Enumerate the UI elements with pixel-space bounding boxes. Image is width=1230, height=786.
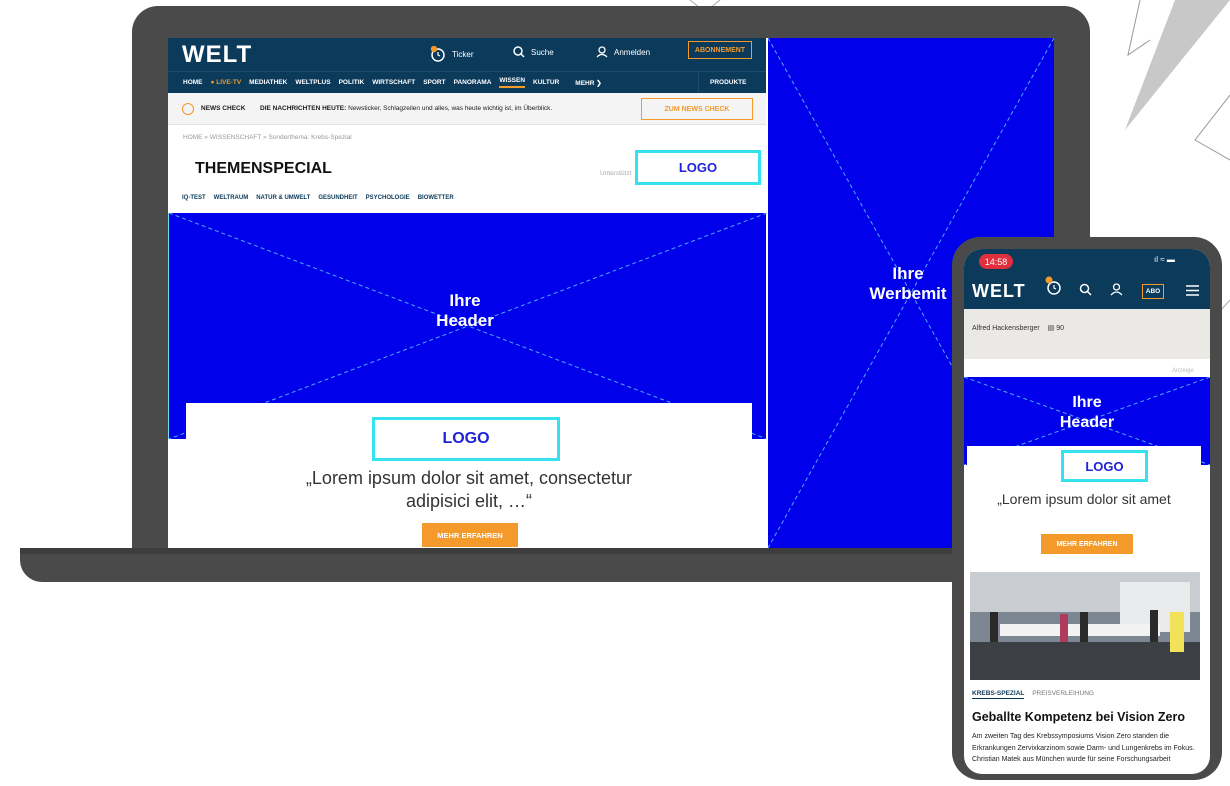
subnav-item-psychologie[interactable]: PSYCHOLOGIE: [366, 195, 410, 201]
search-link[interactable]: Suche: [513, 46, 554, 58]
status-icons: ıl ≈ ▬: [1154, 255, 1175, 264]
news-check-button[interactable]: ZUM NEWS CHECK: [641, 98, 753, 120]
special-title: THEMENSPECIAL: [195, 160, 332, 177]
menu-hamburger-icon[interactable]: [1186, 285, 1199, 296]
nav-item-mehr[interactable]: MEHR ❯: [575, 79, 601, 87]
special-subnav: IQ-TEST WELTRAUM NATUR & UMWELT GESUNDHE…: [182, 195, 454, 201]
article-tags: KREBS-SPEZIAL PREISVERLEIHUNG: [972, 690, 1094, 699]
mobile-header-ad-label-line2: Header: [1059, 414, 1115, 431]
search-label: Suche: [531, 47, 554, 57]
header-ad-label-line1: Ihre: [449, 291, 481, 310]
news-check-headline-bold: DIE NACHRICHTEN HEUTE:: [260, 105, 347, 112]
search-icon: [513, 46, 525, 58]
tag-primary[interactable]: KREBS-SPEZIAL: [972, 690, 1025, 699]
subnav-item-weltraum[interactable]: WELTRAUM: [214, 195, 249, 201]
nav-divider: [698, 72, 699, 94]
subscribe-button[interactable]: ABONNEMENT: [688, 41, 752, 59]
breadcrumb[interactable]: HOME » WISSENSCHAFT » Sonderthema: Krebs…: [183, 134, 352, 141]
nav-item-mediathek[interactable]: MEDIATHEK: [249, 79, 287, 86]
news-check-clock-icon: [182, 103, 194, 115]
nav-item-live-tv[interactable]: ● LIVE-TV: [211, 79, 242, 86]
login-link[interactable]: Anmelden: [596, 46, 650, 58]
article-photo-image: [970, 572, 1200, 680]
header-ad-label-line2: Header: [436, 311, 494, 330]
site-header: WELT Ticker Suche Anmelden ABONNEMENT: [168, 38, 766, 71]
deco-line: [1194, 94, 1230, 161]
search-icon[interactable]: [1079, 283, 1092, 296]
subnav-item-biowetter[interactable]: BIOWETTER: [418, 195, 454, 201]
comment-icon[interactable]: ▤: [1048, 325, 1055, 332]
teaser-card: LOGO „Lorem ipsum dolor sit amet, consec…: [186, 403, 752, 548]
subnav-item-gesundheit[interactable]: GESUNDHEIT: [318, 195, 357, 201]
news-check-bar: NEWS CHECK DIE NACHRICHTEN HEUTE: Newsti…: [168, 93, 766, 125]
user-icon: [596, 46, 608, 58]
nav-item-wirtschaft[interactable]: WIRTSCHAFT: [372, 79, 415, 86]
mobile-mehr-erfahren-button[interactable]: MEHR ERFAHREN: [1041, 534, 1133, 554]
mobile-teaser-logo-placeholder: LOGO: [1061, 450, 1148, 482]
nav-item-politik[interactable]: POLITIK: [339, 79, 365, 86]
nav-item-wissen[interactable]: WISSEN: [499, 77, 526, 88]
main-nav: HOME ● LIVE-TV MEDIATHEK WELTPLUS POLITI…: [168, 71, 766, 94]
subnav-item-iq-test[interactable]: IQ-TEST: [182, 195, 206, 201]
news-check-label: NEWS CHECK: [201, 105, 246, 112]
nav-item-weltplus[interactable]: WELTPLUS: [295, 79, 330, 86]
ad-notice: Anzeige: [1172, 368, 1194, 374]
user-icon[interactable]: [1110, 283, 1123, 296]
mockup-stage: WELT Ticker Suche Anmelden ABONNEMENT HO…: [0, 0, 1230, 786]
mobile-welt-logo[interactable]: WELT: [972, 281, 1026, 302]
author-name[interactable]: Alfred Hackensberger: [972, 325, 1040, 332]
welt-logo[interactable]: WELT: [182, 41, 252, 69]
article-headline[interactable]: Geballte Kompetenz bei Vision Zero: [972, 710, 1185, 724]
sponsor-logo-placeholder: LOGO: [635, 150, 761, 185]
nav-item-panorama[interactable]: PANORAMA: [454, 79, 492, 86]
comment-count[interactable]: 90: [1056, 325, 1064, 332]
mehr-erfahren-button[interactable]: MEHR ERFAHREN: [422, 523, 518, 547]
ticker-label: Ticker: [452, 49, 474, 59]
mobile-teaser-card: LOGO „Lorem ipsum dolor sit amet MEHR ER…: [967, 446, 1201, 574]
article-photo[interactable]: [970, 572, 1200, 680]
deco-triangle: [1125, 0, 1230, 130]
subnav-item-natur-umwelt[interactable]: NATUR & UMWELT: [256, 195, 310, 201]
tag-secondary[interactable]: PREISVERLEIHUNG: [1032, 690, 1094, 697]
nav-item-sport[interactable]: SPORT: [423, 79, 445, 86]
nav-item-kultur[interactable]: KULTUR: [533, 79, 559, 86]
mobile-header-ad-label-line1: Ihre: [1072, 394, 1102, 411]
author-line: Alfred Hackensberger ▤ 90: [972, 324, 1064, 332]
ticker-clock-icon: [430, 46, 445, 62]
deco-line: [1127, 0, 1151, 57]
mobile-header: 14:58 ıl ≈ ▬ WELT ABO: [964, 249, 1210, 309]
header-ad-label: Ihre Header: [415, 291, 515, 331]
news-check-headline-text: Newsticker, Schlagzeilen und alles, was …: [348, 105, 553, 112]
mobile-screen: 14:58 ıl ≈ ▬ WELT ABO Alfred Hackensberg…: [964, 249, 1210, 774]
news-check-headline[interactable]: DIE NACHRICHTEN HEUTE: Newsticker, Schla…: [260, 105, 552, 112]
ticker-clock-icon[interactable]: [1044, 276, 1064, 296]
desktop-screen: WELT Ticker Suche Anmelden ABONNEMENT HO…: [168, 38, 1054, 548]
login-label: Anmelden: [614, 47, 651, 57]
teaser-logo-placeholder: LOGO: [372, 417, 560, 461]
mobile-abo-button[interactable]: ABO: [1142, 284, 1164, 299]
nav-item-produkte[interactable]: PRODUKTE: [710, 79, 746, 86]
mobile-header-ad-label: Ihre Header: [1037, 393, 1137, 433]
teaser-quote-line2: adipisici elit, …“: [405, 491, 533, 511]
mobile-teaser-quote: „Lorem ipsum dolor sit amet: [997, 491, 1171, 507]
ticker-link[interactable]: Ticker: [430, 46, 473, 62]
teaser-quote-line1: „Lorem ipsum dolor sit amet, consectetur: [305, 468, 633, 488]
nav-item-home[interactable]: HOME: [183, 79, 203, 86]
article-body: Am zweiten Tag des Krebssymposiums Visio…: [972, 733, 1195, 763]
article-meta-bar: [964, 309, 1210, 359]
teaser-quote: „Lorem ipsum dolor sit amet, consectetur…: [226, 467, 712, 513]
status-time: 14:58: [979, 254, 1013, 269]
supported-by-label: Unterstützt: [600, 170, 632, 177]
